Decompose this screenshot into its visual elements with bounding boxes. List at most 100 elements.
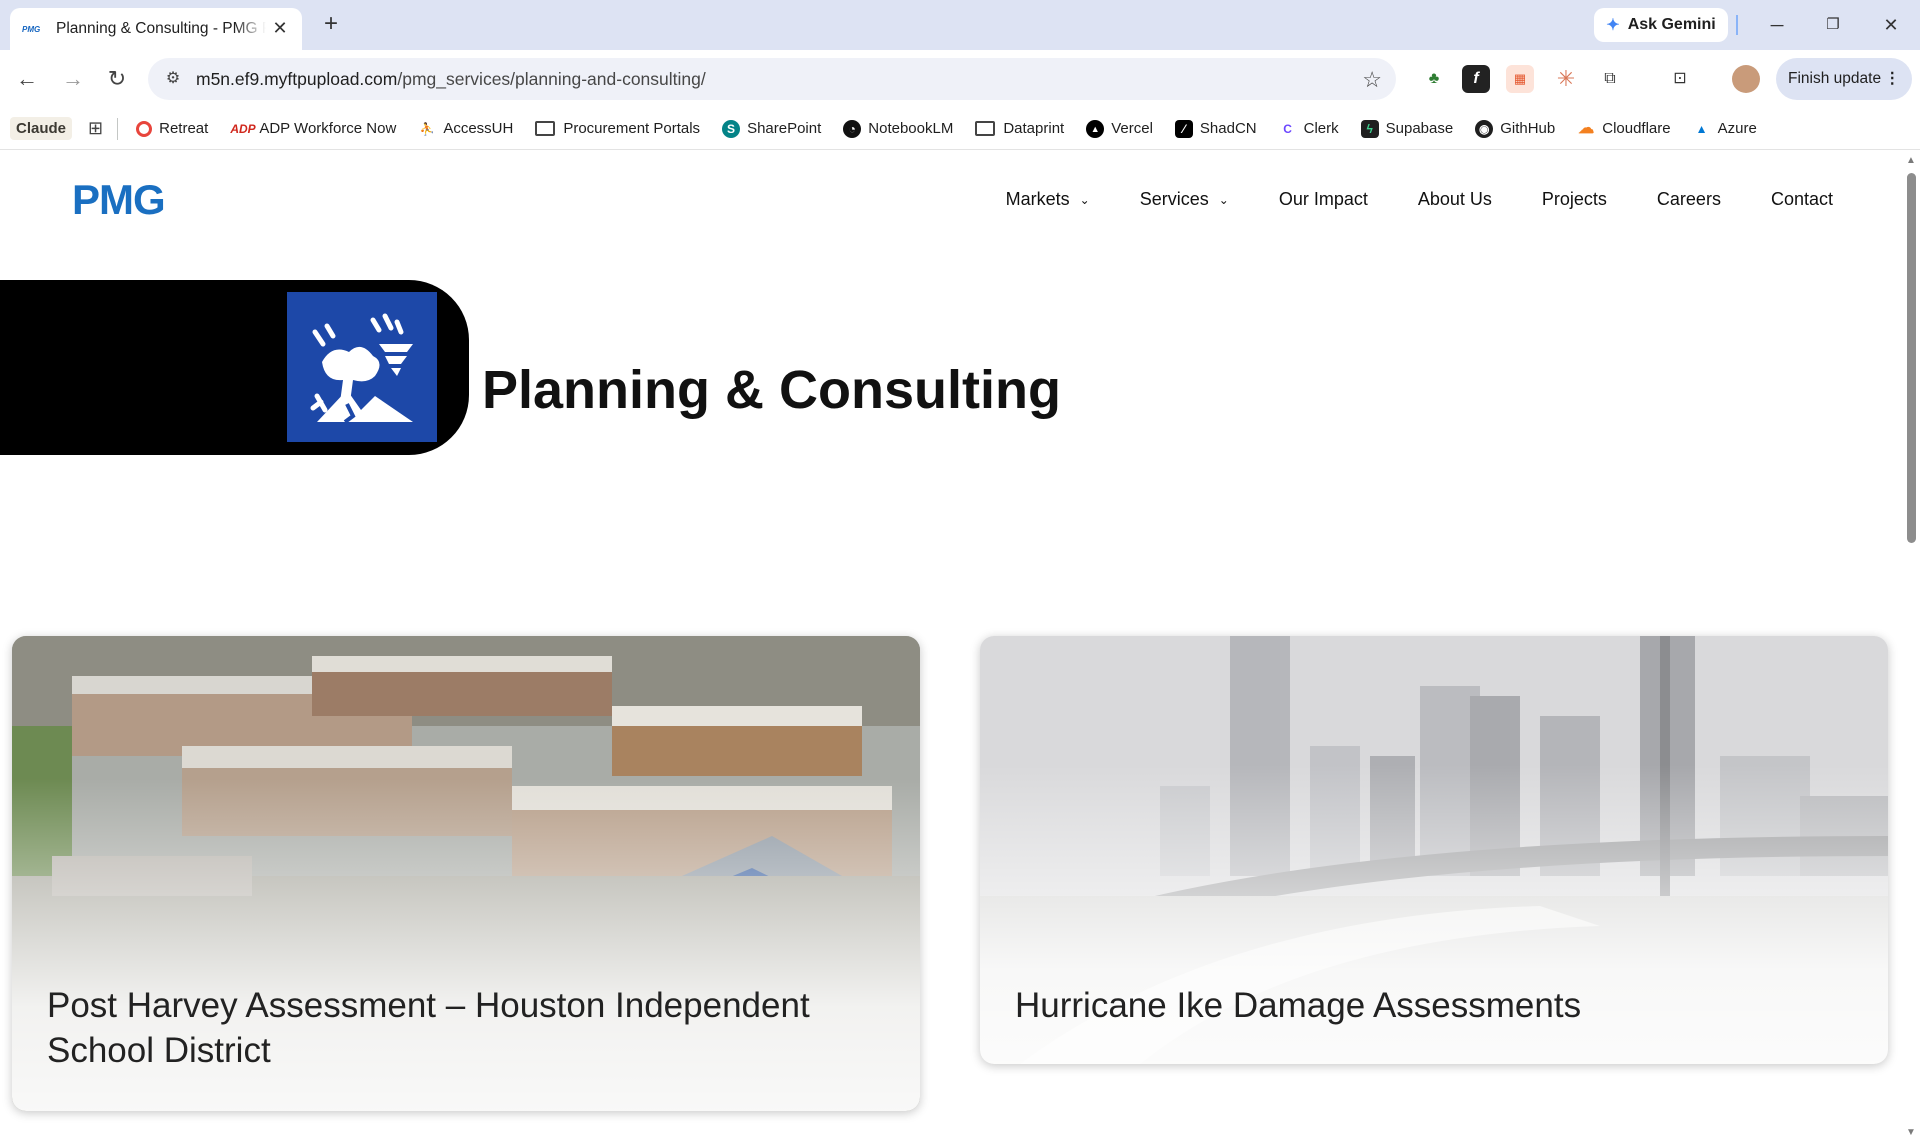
bookmark-label: Azure [1717,120,1757,137]
bookmark-label: Clerk [1303,120,1339,137]
scroll-down-arrow-icon[interactable]: ▼ [1906,1127,1916,1138]
new-tab-button[interactable]: + [318,12,344,38]
bookmark-clerk[interactable]: C Clerk [1279,120,1339,138]
bookmarks-bar: Claude ⊞ Retreat ADP ADP Workforce Now ⛹ A… [0,108,1920,150]
nav-label: Services [1139,189,1209,209]
apps-grid-icon[interactable]: ⊞ [88,118,103,139]
bookmark-shadcn[interactable]: ⁄ ShadCN [1174,119,1257,138]
folder-icon [535,121,556,136]
bookmark-procurement-portals[interactable]: Procurement Portals [535,120,700,137]
bookmark-retreat[interactable]: Retreat [136,120,208,137]
nav-our-impact[interactable]: Our Impact [1279,189,1368,210]
bookmark-cloudflare[interactable]: ☁ Cloudflare [1577,120,1670,138]
bookmark-adp[interactable]: ADP ADP Workforce Now [230,120,396,138]
clerk-icon: C [1283,121,1292,136]
shadcn-icon: ⁄ [1174,119,1193,138]
bookmark-sharepoint[interactable]: S SharePoint [722,119,822,138]
bookmark-label: Vercel [1111,120,1153,137]
gemini-sparkle-icon: ✦ [1606,17,1620,34]
bookmark-vercel[interactable]: ▲ Vercel [1086,119,1153,138]
page-scrollbar[interactable]: ▲ ▼ [1902,151,1920,1140]
forward-button[interactable]: → [56,62,90,96]
close-window-button[interactable]: ✕ [1876,10,1906,40]
azure-icon: ▲ [1695,121,1708,136]
bookmark-label: SharePoint [747,120,822,137]
bookmark-notebooklm[interactable]: ◔ NotebookLM [843,119,954,138]
claude-extension-icon[interactable]: ✳ [1552,65,1580,93]
bookmark-label: GithHub [1500,120,1556,137]
bookmark-azure[interactable]: ▲ Azure [1693,120,1757,138]
bookmark-dataprint[interactable]: Dataprint [975,120,1064,137]
nav-label: Projects [1541,189,1607,209]
nav-services[interactable]: Services ⌄ [1140,189,1229,210]
site-info-icon[interactable]: ⚙ [162,68,184,90]
bookmark-accessuh[interactable]: ⛹ AccessUH [418,120,514,138]
main-navigation: Markets ⌄ Services ⌄ Our Impact About Us P… [956,189,1833,210]
chevron-down-icon: ⌄ [1079,192,1090,207]
extension-green-icon[interactable]: ♣ [1420,65,1448,93]
bookmark-label: Retreat [159,120,209,137]
bookmark-label: Supabase [1385,120,1454,137]
tab-title: Planning & Consulting - PMG P [56,20,266,37]
back-button[interactable]: ← [10,62,44,96]
finish-update-button[interactable]: Finish update ⋮ [1776,58,1912,100]
project-title[interactable]: Hurricane Ike Damage Assessments [1015,983,1848,1028]
scroll-up-arrow-icon[interactable]: ▲ [1906,155,1916,166]
nav-careers[interactable]: Careers [1657,189,1721,210]
storm-tornado-icon [287,292,437,442]
pmg-logo[interactable]: PMG [72,176,166,224]
scrollbar-thumb[interactable] [1907,173,1916,543]
nav-markets[interactable]: Markets ⌄ [1006,189,1090,210]
bookmark-label: Procurement Portals [563,120,701,137]
accessuh-icon: ⛹ [419,121,435,136]
extensions-puzzle-icon[interactable]: ⧉ [1596,65,1624,93]
more-menu-icon: ⋮ [1884,70,1901,87]
bookmark-supabase[interactable]: ϟ Supabase [1360,119,1454,138]
sharepoint-icon: S [722,119,741,138]
url-text[interactable]: m5n.ef9.myftpupload.com/pmg_services/pla… [196,69,706,90]
extension-red-icon[interactable]: ▦ [1506,65,1534,93]
cast-search-icon[interactable]: ⊡ [1666,65,1694,93]
restore-window-button[interactable]: ❐ [1818,10,1848,40]
address-bar[interactable]: ⚙ m5n.ef9.myftpupload.com/pmg_services/p… [148,58,1396,100]
nav-label: Careers [1656,189,1721,209]
bookmark-claude[interactable]: Claude [10,117,73,140]
nav-label: Markets [1005,189,1070,209]
nav-about-us[interactable]: About Us [1418,189,1492,210]
retreat-icon [136,120,153,137]
nav-contact[interactable]: Contact [1771,189,1833,210]
nav-label: Contact [1770,189,1833,209]
nav-projects[interactable]: Projects [1542,189,1607,210]
project-card-harvey[interactable]: Post Harvey Assessment – Houston Indepen… [12,636,920,1111]
bookmark-label: Dataprint [1003,120,1065,137]
browser-tab-active[interactable]: PMG Planning & Consulting - PMG P ✕ [10,8,302,50]
bookmark-label: Cloudflare [1602,120,1671,137]
minimize-window-button[interactable]: ─ [1762,10,1792,40]
profile-avatar[interactable] [1732,65,1760,93]
nav-label: About Us [1417,189,1492,209]
bookmarks-divider [117,117,119,140]
browser-toolbar: ← → ↻ ⚙ m5n.ef9.myftpupload.com/pmg_serv… [0,50,1920,108]
cloudflare-icon: ☁ [1578,119,1595,137]
page-title: Planning & Consulting [482,360,1061,420]
browser-titlebar: PMG Planning & Consulting - PMG P ✕ + ✦ … [0,0,1920,50]
ask-gemini-button[interactable]: ✦ Ask Gemini [1594,8,1728,42]
bookmark-star-icon[interactable]: ☆ [1362,67,1382,93]
project-card-ike[interactable]: Hurricane Ike Damage Assessments [980,636,1888,1064]
extension-f-icon[interactable]: f [1462,65,1490,93]
bookmark-label: ShadCN [1199,120,1257,137]
bookmark-label: NotebookLM [868,120,954,137]
bookmark-label: AccessUH [443,120,514,137]
github-icon: ◉ [1475,119,1494,138]
project-title[interactable]: Post Harvey Assessment – Houston Indepen… [47,983,880,1073]
chevron-down-icon: ⌄ [1218,192,1229,207]
pmg-favicon-icon: PMG [22,24,41,34]
close-tab-icon[interactable]: ✕ [270,18,290,38]
bookmark-label: ADP Workforce Now [259,120,397,137]
bookmark-github[interactable]: ◉ GithHub [1475,119,1556,138]
notebooklm-icon: ◔ [843,119,862,138]
adp-icon: ADP [230,121,256,136]
vercel-icon: ▲ [1086,119,1105,138]
reload-button[interactable]: ↻ [100,62,134,96]
web-page: PMG Markets ⌄ Services ⌄ Our Impact About … [0,151,1920,1140]
